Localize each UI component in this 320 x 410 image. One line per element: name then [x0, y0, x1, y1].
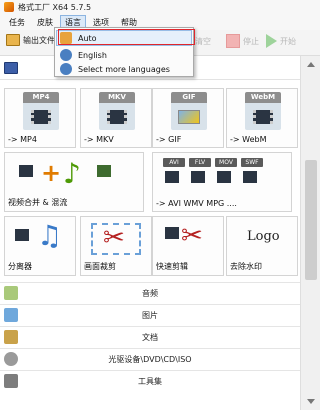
scroll-up-arrow-icon[interactable]	[307, 62, 315, 67]
gif-badge: GIF	[171, 92, 207, 103]
scissors-icon: ✂	[103, 223, 125, 253]
merged-film-icon	[97, 165, 111, 177]
music-note-icon: ♪	[63, 157, 81, 190]
menu-task[interactable]: 任务	[4, 15, 30, 30]
scroll-thumb[interactable]	[305, 160, 317, 280]
category-document[interactable]: 文档	[0, 326, 300, 348]
film-icon	[243, 171, 257, 183]
film-icon	[191, 171, 205, 183]
category-toolbox[interactable]: 工具集	[0, 370, 300, 392]
video-category-icon	[4, 61, 18, 74]
stop-label: 停止	[243, 36, 259, 46]
avi-chip: AVI	[163, 158, 185, 167]
flv-chip: FLV	[189, 158, 211, 167]
mov-chip: MOV	[215, 158, 237, 167]
tile-label: 画面裁剪	[84, 262, 116, 271]
category-label: 文档	[142, 333, 158, 342]
language-more[interactable]: Select more languages	[57, 62, 191, 76]
start-button[interactable]: 开始	[266, 34, 296, 48]
tile-quick-clip[interactable]: ✂ 快速剪辑	[152, 216, 224, 276]
audio-track-icon: ♫	[37, 219, 63, 252]
mp4-badge: MP4	[23, 92, 59, 103]
tile-video-merge[interactable]: + ♪ 视频合并 & 混流	[4, 152, 144, 212]
tile-label: 分离器	[8, 262, 32, 271]
scroll-down-arrow-icon[interactable]	[307, 399, 315, 404]
globe-icon	[60, 63, 72, 75]
remove-watermark-icon: Logo	[247, 229, 280, 244]
language-english-label: English	[78, 50, 107, 60]
tile-label: 去除水印	[230, 262, 262, 271]
language-more-label: Select more languages	[78, 64, 170, 74]
stop-button[interactable]: 停止	[226, 34, 259, 48]
folder-icon	[6, 34, 20, 46]
category-label: 工具集	[138, 377, 162, 386]
tile-label: -> MP4	[8, 135, 37, 144]
quick-clip-icon	[165, 227, 179, 239]
film-icon	[165, 171, 179, 183]
mp4-format-icon: MP4	[23, 92, 59, 130]
tile-label: -> WebM	[230, 135, 267, 144]
category-disc[interactable]: 光驱设备\DVD\CD\ISO	[0, 348, 300, 370]
tile-label: -> MKV	[84, 135, 114, 144]
selection-highlight	[58, 29, 195, 45]
stop-icon	[226, 34, 240, 48]
window-title: 格式工厂 X64 5.7.5	[18, 2, 92, 12]
gif-format-icon: GIF	[171, 92, 207, 130]
vertical-scrollbar[interactable]	[300, 56, 320, 410]
webm-badge: WebM	[245, 92, 281, 103]
webm-format-icon: WebM	[245, 92, 281, 130]
plus-icon: +	[41, 159, 62, 187]
globe-icon	[60, 49, 72, 61]
start-label: 开始	[280, 36, 296, 46]
film-icon	[217, 171, 231, 183]
play-icon	[266, 34, 277, 48]
swf-chip: SWF	[241, 158, 263, 167]
title-bar: 格式工厂 X64 5.7.5	[0, 0, 320, 14]
tile-label: 视频合并 & 混流	[8, 198, 68, 207]
tile-crop[interactable]: ✂ 画面裁剪	[80, 216, 152, 276]
merge-film-icon	[19, 165, 33, 177]
app-icon	[4, 2, 14, 12]
scissors-icon: ✂	[181, 221, 203, 251]
tile-splitter[interactable]: ♫ 分离器	[4, 216, 76, 276]
tile-to-webm[interactable]: WebM -> WebM	[226, 88, 298, 148]
mkv-badge: MKV	[99, 92, 135, 103]
tile-remove-watermark[interactable]: Logo 去除水印	[226, 216, 298, 276]
category-audio[interactable]: 音频	[0, 282, 300, 304]
category-picture[interactable]: 图片	[0, 304, 300, 326]
language-english[interactable]: English	[57, 48, 191, 62]
tile-label: 快速剪辑	[156, 262, 188, 271]
tile-to-mp4[interactable]: MP4 -> MP4	[4, 88, 76, 148]
tile-label: -> AVI WMV MPG ....	[156, 199, 237, 208]
tile-to-gif[interactable]: GIF -> GIF	[152, 88, 224, 148]
tile-to-other-formats[interactable]: AVI FLV MOV SWF -> AVI WMV MPG ....	[152, 152, 292, 212]
tile-label: -> GIF	[156, 135, 182, 144]
category-label: 音频	[142, 289, 158, 298]
clear-list-label: 清空	[195, 36, 211, 46]
splitter-icon	[15, 229, 29, 241]
function-panel: MP4 -> MP4 MKV -> MKV GIF -> GIF WebM ->…	[0, 56, 300, 410]
category-label: 光驱设备\DVD\CD\ISO	[108, 355, 192, 364]
mkv-format-icon: MKV	[99, 92, 135, 130]
tile-to-mkv[interactable]: MKV -> MKV	[80, 88, 152, 148]
category-label: 图片	[142, 311, 158, 320]
